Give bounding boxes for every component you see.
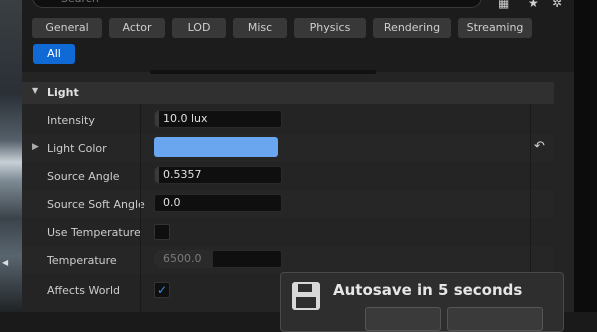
property-label: Source Soft Angle <box>47 198 145 211</box>
property-row-source-angle: Source Angle 0.5357 <box>22 162 554 190</box>
property-label: Use Temperature <box>47 226 141 239</box>
column-divider[interactable] <box>140 104 141 312</box>
filter-lod[interactable]: LOD <box>172 18 226 38</box>
search-box[interactable]: ⌕ <box>32 0 482 8</box>
section-title: Light <box>47 86 79 99</box>
field-slider-bar <box>155 167 159 183</box>
property-label: Light Color <box>47 142 107 155</box>
checkmark-icon: ✓ <box>156 283 168 297</box>
property-row-temperature: Temperature 6500.0 <box>22 246 554 274</box>
autosave-message: Autosave in 5 seconds <box>333 281 523 299</box>
field-slider-bar <box>155 111 159 127</box>
filter-streaming[interactable]: Streaming <box>458 18 532 38</box>
use-temperature-checkbox[interactable] <box>154 224 170 240</box>
source-angle-field[interactable]: 0.5357 <box>154 166 282 184</box>
field-value: 10.0 lux <box>163 112 208 125</box>
window-edge <box>574 0 597 312</box>
toast-button-primary[interactable] <box>365 307 441 331</box>
filter-rendering[interactable]: Rendering <box>373 18 451 38</box>
toast-button-secondary[interactable] <box>447 307 543 331</box>
collapse-triangle-icon: ▼ <box>32 86 39 95</box>
temperature-field[interactable]: 6500.0 <box>154 250 282 268</box>
property-row-use-temperature: Use Temperature <box>22 218 554 246</box>
affects-world-checkbox[interactable]: ✓ <box>154 282 170 298</box>
details-panel: ⌕ ▦ ★ ✲ General Actor LOD Misc Physics R… <box>22 0 588 312</box>
gear-icon[interactable]: ✲ <box>552 0 562 10</box>
property-row-source-soft-angle: Source Soft Angle 0.0 <box>22 190 554 218</box>
section-light-header[interactable]: ▼ Light <box>22 82 554 104</box>
field-value: 6500.0 <box>163 252 202 265</box>
expand-triangle-icon[interactable]: ▶ <box>32 142 39 152</box>
filter-misc[interactable]: Misc <box>233 18 287 38</box>
search-input[interactable] <box>59 0 363 7</box>
star-icon[interactable]: ★ <box>528 0 539 10</box>
property-label: Affects World <box>47 284 120 297</box>
property-label: Source Angle <box>47 170 120 183</box>
light-color-swatch[interactable] <box>154 137 278 157</box>
autosave-notification: Autosave in 5 seconds <box>280 272 564 332</box>
property-label: Temperature <box>47 254 117 267</box>
category-scroll-indicator <box>150 70 376 74</box>
viewport-edge: ◀ <box>0 0 22 312</box>
intensity-field[interactable]: 10.0 lux <box>154 110 282 128</box>
property-label: Intensity <box>47 114 95 127</box>
filter-general[interactable]: General <box>32 18 102 38</box>
filter-all[interactable]: All <box>33 44 75 64</box>
grid-icon[interactable]: ▦ <box>498 0 509 10</box>
filter-physics[interactable]: Physics <box>294 18 366 38</box>
property-row-intensity: Intensity 10.0 lux <box>22 106 554 134</box>
search-icon: ⌕ <box>41 0 47 3</box>
save-disk-icon <box>292 282 320 310</box>
field-value: 0.0 <box>163 196 181 209</box>
filter-actor[interactable]: Actor <box>109 18 165 38</box>
property-row-light-color: ▶ Light Color ↶ <box>22 134 554 162</box>
field-value: 0.5357 <box>163 168 202 181</box>
reset-to-default-icon[interactable]: ↶ <box>534 139 545 154</box>
source-soft-angle-field[interactable]: 0.0 <box>154 194 282 212</box>
viewport-arrow-icon: ◀ <box>2 258 9 267</box>
